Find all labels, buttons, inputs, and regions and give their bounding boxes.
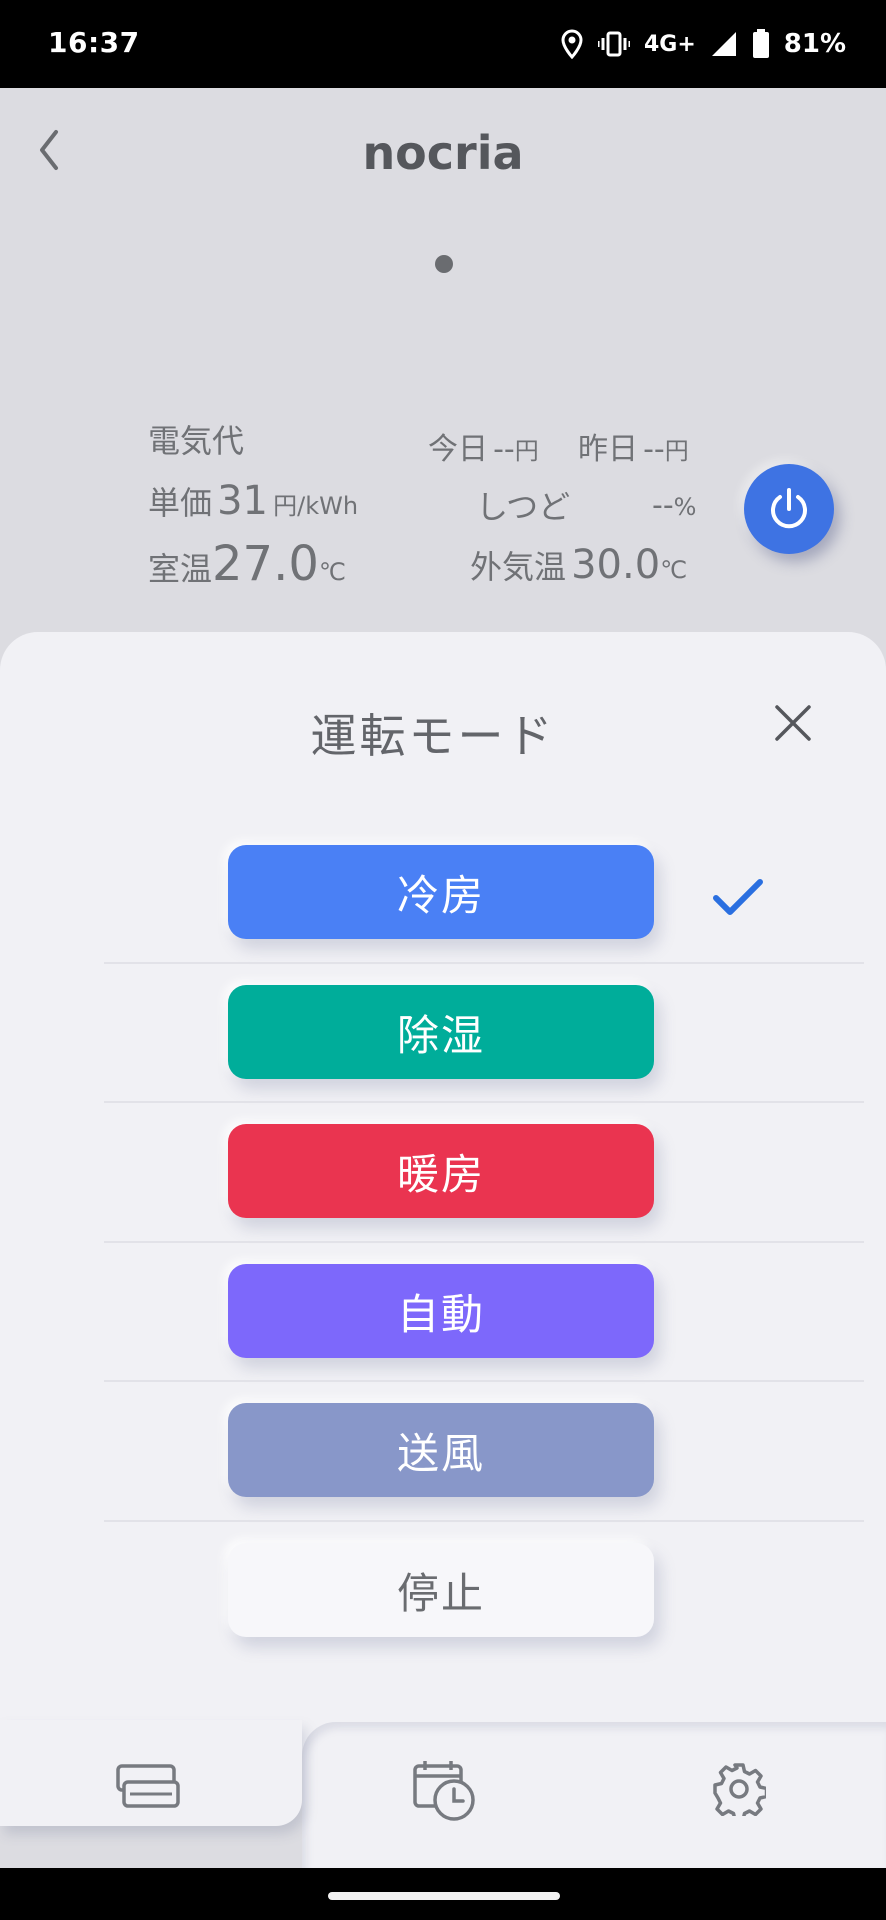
mode-button-dehumidify[interactable]: 除湿 xyxy=(228,985,654,1079)
mode-label: 自動 xyxy=(396,1289,485,1339)
page-indicator xyxy=(435,255,453,273)
yesterday-cost: 昨日 --円 xyxy=(578,432,689,467)
system-nav-bar xyxy=(0,1868,886,1920)
status-time: 16:37 xyxy=(48,26,140,59)
power-icon xyxy=(771,488,807,529)
room-temp: 室温27.0℃ xyxy=(148,536,346,592)
electricity-label: 電気代 xyxy=(148,422,245,460)
divider xyxy=(104,1380,864,1382)
schedule-icon xyxy=(413,1761,475,1821)
tab-schedule[interactable] xyxy=(400,1750,490,1840)
mode-button-heating[interactable]: 暖房 xyxy=(228,1124,654,1218)
outdoor-temp: 外気温 30.0℃ xyxy=(470,542,688,588)
unit-price: 単価 31 円/kWh xyxy=(148,478,359,524)
mode-label: 除湿 xyxy=(396,1010,485,1060)
divider xyxy=(104,1520,864,1522)
status-bar: 16:37 4G+ 81% xyxy=(0,0,886,88)
power-button[interactable] xyxy=(744,464,834,554)
location-icon xyxy=(561,29,583,59)
mode-button-cooling[interactable]: 冷房 xyxy=(228,845,654,939)
mode-label: 停止 xyxy=(396,1568,485,1618)
tab-settings[interactable] xyxy=(700,1750,780,1830)
gear-icon xyxy=(713,1763,766,1816)
close-icon xyxy=(775,705,811,741)
status-icons: 4G+ 81% xyxy=(560,26,846,62)
sheet-title: 運転モード xyxy=(310,709,556,763)
close-button[interactable] xyxy=(770,700,816,746)
mode-button-fan[interactable]: 送風 xyxy=(228,1403,654,1497)
today-cost: 今日 --円 xyxy=(428,432,539,467)
divider xyxy=(104,1101,864,1103)
mode-button-stop[interactable]: 停止 xyxy=(228,1543,654,1637)
battery-icon xyxy=(752,29,769,58)
battery-percent: 81% xyxy=(783,29,846,59)
home-handle[interactable] xyxy=(328,1892,560,1900)
page-title: nocria xyxy=(362,126,524,180)
mode-button-auto[interactable]: 自動 xyxy=(228,1264,654,1358)
mode-label: 送風 xyxy=(396,1428,485,1478)
aircon-icon xyxy=(116,1764,180,1808)
network-label: 4G+ xyxy=(643,31,696,57)
mode-label: 冷房 xyxy=(396,870,485,920)
humidity-value: --% xyxy=(652,488,697,523)
divider xyxy=(104,962,864,964)
check-icon xyxy=(713,879,763,915)
mode-label: 暖房 xyxy=(396,1149,485,1199)
tab-aircon[interactable] xyxy=(0,1720,302,1826)
signal-icon xyxy=(711,32,736,56)
divider xyxy=(104,1241,864,1243)
tab-bar xyxy=(302,1722,886,1868)
humidity: しつど xyxy=(476,488,571,526)
vibrate-icon xyxy=(597,31,630,57)
